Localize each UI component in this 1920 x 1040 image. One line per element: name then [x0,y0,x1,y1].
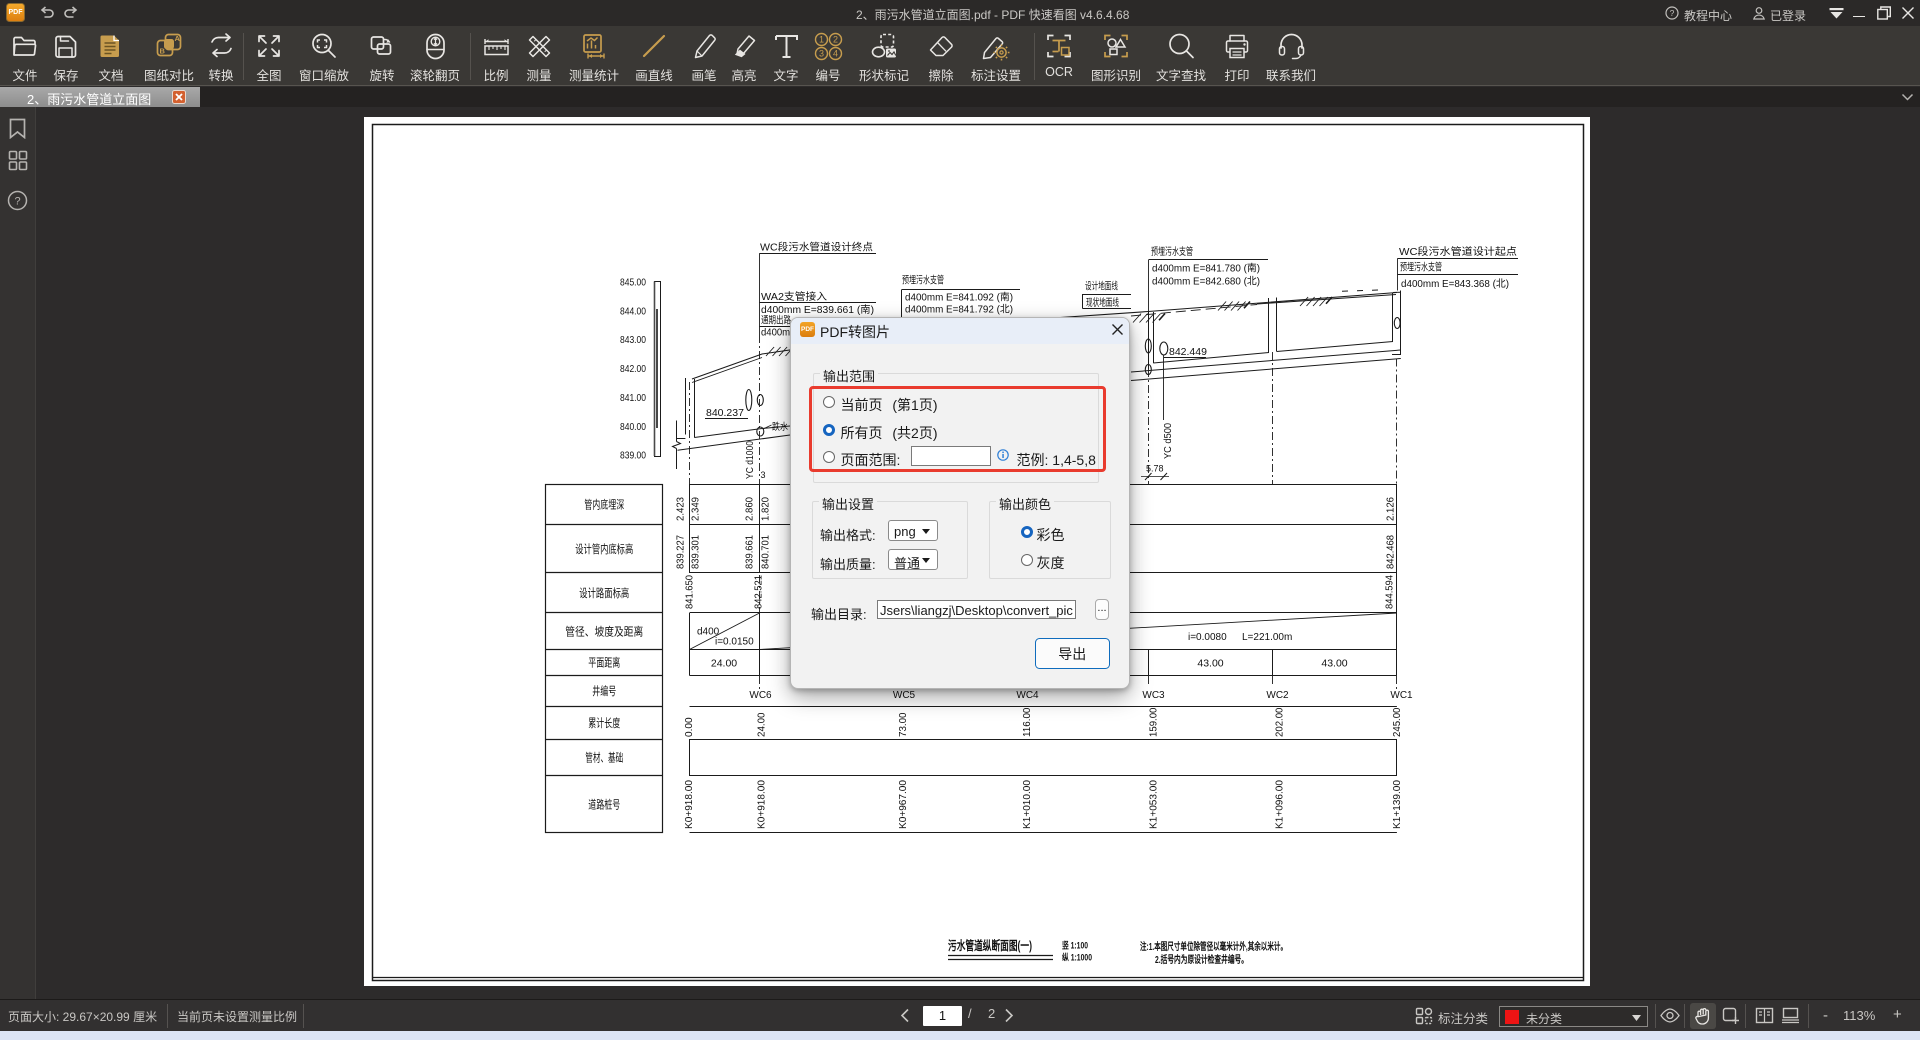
svg-text:4: 4 [833,49,838,59]
svg-text:A: A [175,34,181,43]
svg-text:2: 2 [833,35,838,45]
svg-text:?: ? [1670,8,1675,18]
svg-text:?: ? [14,196,20,208]
svg-text:B: B [160,47,166,56]
svg-text:1: 1 [819,35,824,45]
svg-text:3: 3 [819,49,824,59]
